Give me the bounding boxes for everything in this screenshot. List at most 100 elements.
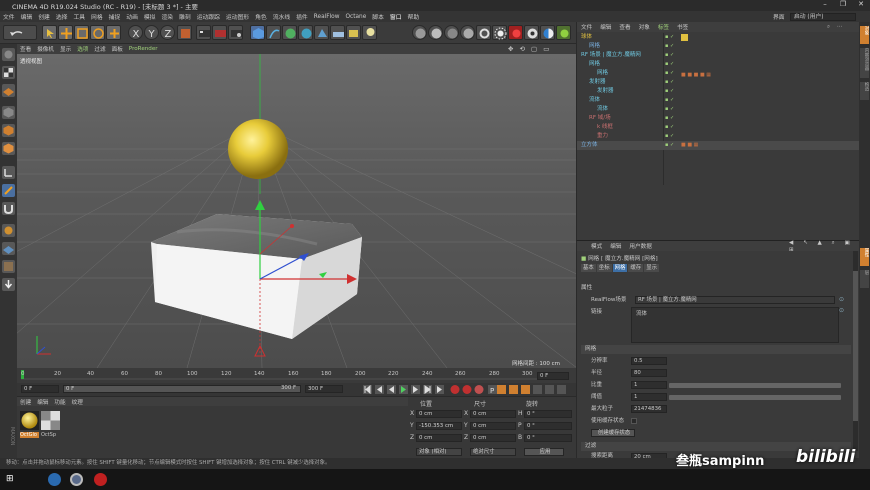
layout-select[interactable]: 启动 (用户) [790,12,856,21]
section-mesh-header[interactable]: 网格 [581,345,851,354]
create-cache-button[interactable]: 创建缓存状态 [591,429,635,437]
octane-camera-icon[interactable] [524,25,539,40]
material-menu-texture[interactable]: 纹理 [69,398,86,406]
object-visibility-flags[interactable]: ▪ ✓ [665,78,674,87]
coords-mode-select[interactable]: 对象 (相对) [416,448,462,456]
floor-icon[interactable] [330,25,345,40]
material-tag-icon[interactable] [681,34,688,41]
edge-mode-icon[interactable] [2,124,15,137]
menu-animate[interactable]: 动画 [123,12,141,21]
position-y-field[interactable]: -150.353 cm [416,422,462,430]
menu-plugins[interactable]: 插件 [293,12,311,21]
position-z-field[interactable]: 0 cm [416,434,462,442]
object-visibility-flags[interactable]: ▪ ✓ [665,132,674,141]
weight-slider[interactable] [669,383,841,388]
link-picker-icon[interactable]: ⊙ [839,296,844,303]
grid-workplane-icon[interactable] [2,260,15,273]
cinema4d-taskbar-icon[interactable] [70,473,83,486]
workplane-icon[interactable] [2,84,15,97]
deformer-icon[interactable] [314,25,329,40]
rotate-icon[interactable] [90,25,105,40]
right-tab-structure[interactable]: 构造 [860,82,869,100]
timeline-end-frame[interactable]: 0 F [537,372,569,380]
coords-size-mode-select[interactable]: 绝对尺寸 [470,448,516,456]
size-z-field[interactable]: 0 cm [470,434,516,442]
render-view-icon[interactable] [196,25,211,40]
point-mode-icon[interactable] [2,106,15,119]
scale-icon[interactable] [74,25,89,40]
close-button[interactable]: ✕ [852,0,870,8]
enable-axis-icon[interactable] [2,166,15,179]
attr-menu-edit[interactable]: 编辑 [606,242,625,250]
pen-icon[interactable] [266,25,281,40]
viewport-menu-prorender[interactable]: ProRender [126,46,161,52]
viewport-menu-display[interactable]: 显示 [57,45,74,53]
polygon-mode-icon[interactable] [2,142,15,155]
render-settings-icon[interactable] [228,25,243,40]
tab-coord[interactable]: 坐标 [596,264,612,272]
threshold-slider[interactable] [669,395,841,400]
object-row-wireframe[interactable]: k 线框 ▪ ✓ [577,123,860,132]
windows-start-icon[interactable]: ⊞ [6,474,14,484]
array-icon[interactable] [298,25,313,40]
realflow-scene-link[interactable]: RF 场景 | 魔立方.魔精网 [635,296,835,304]
transport-buttons[interactable]: P [363,384,503,395]
right-tab-content-browser[interactable]: 内容浏览器 [860,48,869,78]
sphere-object[interactable] [228,119,288,179]
undo-icon[interactable] [3,25,37,40]
object-row-rf-daemons[interactable]: RF 域/场 ▪ ✓ [577,114,860,123]
menu-mograph[interactable]: 运动图形 [223,12,252,21]
menu-mesh[interactable]: 网格 [88,12,106,21]
object-visibility-flags[interactable]: ▪ ✓ [665,87,674,96]
material-swatch[interactable]: OctSp [41,411,60,438]
menu-octane[interactable]: Octane [342,14,369,20]
object-visibility-flags[interactable]: ▪ ✓ [665,141,674,150]
object-row-sphere[interactable]: 球体 ▪ ✓ [577,33,860,42]
object-row-mesh-child[interactable]: 网格 ▪ ✓ ■ ■ ■ ■ ▦ [577,69,860,78]
octane-object-icon[interactable] [444,25,459,40]
resolution-field[interactable]: 0.5 [631,357,667,365]
browser-taskbar-icon[interactable] [48,473,61,486]
snap-icon[interactable] [2,202,15,215]
max-particles-field[interactable]: 21474836 [631,405,667,413]
add-icon[interactable] [106,25,121,40]
octane-light-icon[interactable] [460,25,475,40]
tab-mesh[interactable]: 网格 [612,264,628,272]
render-picture-viewer-icon[interactable] [212,25,227,40]
realflow-tags-icon[interactable]: ■ ■ ▦ [681,141,698,150]
object-row-fluid-group[interactable]: 流体 ▪ ✓ [577,96,860,105]
locked-workplane-icon[interactable] [2,224,15,237]
timeline-ruler[interactable]: 0 20 40 60 80 100 120 140 160 180 200 22… [17,368,576,383]
menu-help[interactable]: 帮助 [405,12,423,21]
object-visibility-flags[interactable]: ▪ ✓ [665,60,674,69]
menu-pipeline[interactable]: 流水线 [270,12,293,21]
threshold-field[interactable]: 1 [631,393,667,401]
octane-env-icon[interactable] [540,25,555,40]
viewport-nav-icons[interactable]: ✥ ⟲ ▢ ▭ [505,45,554,53]
octane-live-viewer-icon[interactable] [412,25,427,40]
attribute-scrollbar[interactable] [853,251,858,451]
x-axis-icon[interactable]: X [128,25,143,40]
menu-tools[interactable]: 工具 [70,12,88,21]
menu-sculpt[interactable]: 雕刻 [176,12,194,21]
object-visibility-flags[interactable]: ▪ ✓ [665,42,674,51]
menu-motion-tracking[interactable]: 运动跟踪 [194,12,223,21]
link-list[interactable]: 流体 [631,307,839,343]
object-menu-view[interactable]: 查看 [615,23,634,31]
menu-edit[interactable]: 编辑 [18,12,36,21]
material-menu-edit[interactable]: 编辑 [34,398,51,406]
tweak-mode-icon[interactable] [2,184,15,197]
link-remove-icon[interactable]: ⊙ [839,307,844,314]
menu-file[interactable]: 文件 [0,12,18,21]
coords-apply-button[interactable]: 应用 [524,448,564,456]
coordinate-system-icon[interactable] [177,25,192,40]
material-menu-create[interactable]: 创建 [17,398,34,406]
tab-cache[interactable]: 缓存 [628,264,644,272]
menu-character[interactable]: 角色 [252,12,270,21]
select-icon[interactable] [42,25,57,40]
frame-range-slider[interactable]: 0 F [63,385,301,393]
camera-icon[interactable] [346,25,361,40]
menu-select[interactable]: 选择 [53,12,71,21]
object-menu-tags[interactable]: 标签 [654,23,673,31]
object-row-fluid[interactable]: 流体 ▪ ✓ [577,105,860,114]
